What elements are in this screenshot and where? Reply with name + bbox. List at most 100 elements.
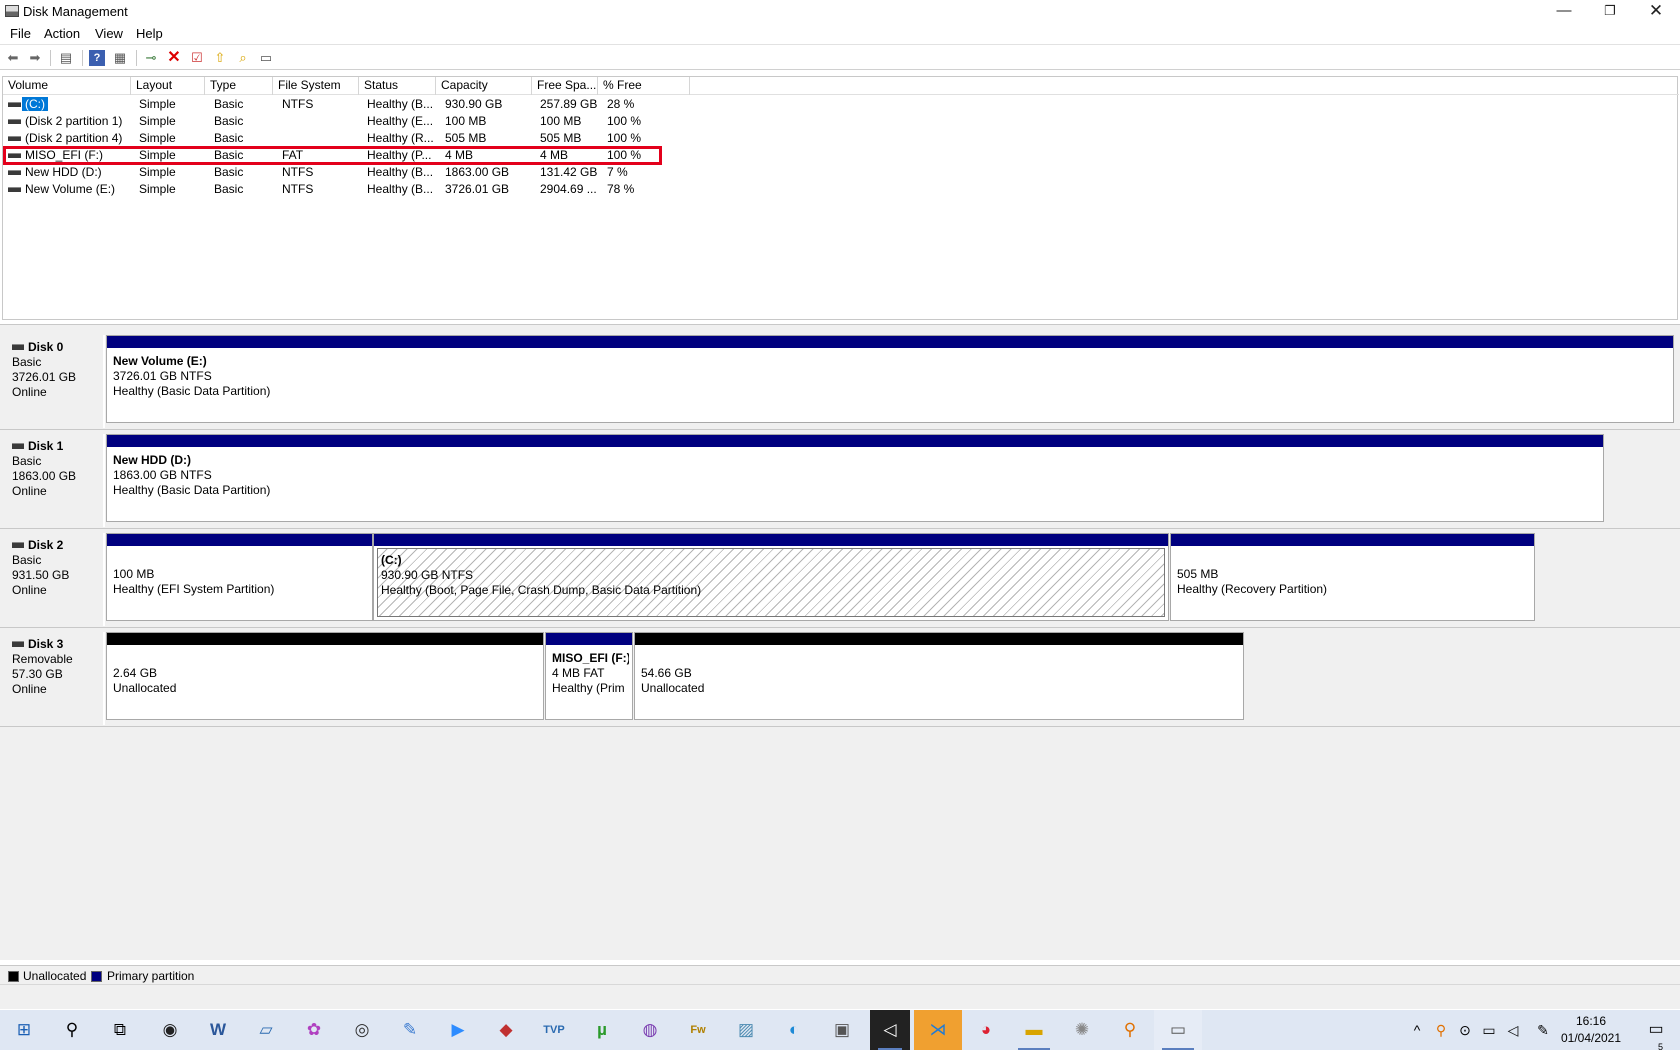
task-view-icon[interactable]: ⧉ xyxy=(96,1010,144,1050)
column-header-volume[interactable]: Volume xyxy=(3,77,131,95)
settings-app-icon[interactable]: ✺ xyxy=(1058,1010,1106,1050)
partition-unallocated[interactable]: ​ 2.64 GB Unallocated xyxy=(106,632,544,720)
menu-file[interactable]: File xyxy=(10,26,31,41)
check-icon[interactable]: ☑ xyxy=(189,50,205,66)
partition[interactable]: MISO_EFI (F:) 4 MB FAT Healthy (Prim xyxy=(545,632,633,720)
utorrent-icon[interactable]: µ xyxy=(578,1010,626,1050)
volume-row[interactable]: (Disk 2 partition 4) Simple Basic Health… xyxy=(3,130,703,147)
window-app-icon[interactable]: ▣ xyxy=(818,1010,866,1050)
disk-label[interactable]: Disk 0 Basic 3726.01 GB Online xyxy=(3,335,105,428)
disk-size: 1863.00 GB xyxy=(12,469,77,483)
partition-title: ​ xyxy=(641,651,1236,666)
paint-app-icon[interactable]: ✿ xyxy=(290,1010,338,1050)
tray-camera-icon[interactable]: ⊙ xyxy=(1454,1010,1476,1050)
column-header-type[interactable]: Type xyxy=(205,77,273,95)
partition[interactable]: New Volume (E:) 3726.01 GB NTFS Healthy … xyxy=(106,335,1674,423)
partition-unallocated[interactable]: ​ 54.66 GB Unallocated xyxy=(634,632,1244,720)
column-header-capacity[interactable]: Capacity xyxy=(436,77,532,95)
tray-pen-icon[interactable]: ✎ xyxy=(1532,1010,1554,1050)
disk-label[interactable]: Disk 3 Removable 57.30 GB Online xyxy=(3,632,105,725)
tray-volume-icon[interactable]: ◁ xyxy=(1502,1010,1524,1050)
show-hide-console-tree-icon[interactable]: ▤ xyxy=(58,50,74,66)
drive-icon xyxy=(8,136,21,141)
column-header-status[interactable]: Status xyxy=(359,77,436,95)
volume-type: Basic xyxy=(214,97,244,111)
partition-title: (C:) xyxy=(381,553,402,567)
unallocated-swatch xyxy=(8,971,19,982)
notes-app-icon[interactable]: ▨ xyxy=(722,1010,770,1050)
laptop-app-icon[interactable]: ▱ xyxy=(242,1010,290,1050)
word-icon[interactable]: W xyxy=(194,1010,242,1050)
disk-name: Disk 2 xyxy=(12,538,103,553)
volume-row[interactable]: (Disk 2 partition 1) Simple Basic Health… xyxy=(3,113,703,130)
vscode-icon[interactable]: ⋊ xyxy=(914,1010,962,1050)
disk-size: 931.50 GB xyxy=(12,568,70,582)
volume-status: Healthy (B... xyxy=(367,165,434,179)
notification-center-icon[interactable]: ▭ 5 xyxy=(1636,1010,1676,1050)
disk-kind: Basic xyxy=(12,454,42,468)
disk-map: Disk 0 Basic 3726.01 GB Online New Volum… xyxy=(0,324,1680,960)
partition-bar xyxy=(107,336,1673,348)
volume-status: Healthy (B... xyxy=(367,97,434,111)
tray-network-icon[interactable]: ▭ xyxy=(1478,1010,1500,1050)
maximize-button[interactable]: ❐ xyxy=(1587,0,1633,23)
toolbar: ⬅ ➡ ▤ ? ▦ ⊸ ✕ ☑ ⇧ ⌕ ▭ xyxy=(0,46,1680,70)
zoom-icon[interactable]: ▶ xyxy=(434,1010,482,1050)
drive-icon xyxy=(8,102,21,107)
partition[interactable]: ​ 100 MB Healthy (EFI System Partition) xyxy=(106,533,373,621)
delete-icon[interactable]: ✕ xyxy=(166,50,182,66)
partition[interactable]: New HDD (D:) 1863.00 GB NTFS Healthy (Ba… xyxy=(106,434,1604,522)
properties-icon[interactable]: ▦ xyxy=(112,50,128,66)
disk-label[interactable]: Disk 2 Basic 931.50 GB Online xyxy=(3,533,105,626)
search-icon[interactable]: ⌕ xyxy=(235,50,251,66)
partition-status: Unallocated xyxy=(113,681,177,695)
volume-percent-free: 100 % xyxy=(607,114,642,128)
volume-capacity: 505 MB xyxy=(445,131,487,145)
back-arrow-icon[interactable]: ⬅ xyxy=(5,50,21,66)
partition-selected[interactable]: (C:) 930.90 GB NTFS Healthy (Boot, Page … xyxy=(373,533,1169,621)
column-header-percent-free[interactable]: % Free xyxy=(598,77,690,95)
git-app-icon[interactable]: ◆ xyxy=(482,1010,530,1050)
menu-action[interactable]: Action xyxy=(44,26,80,41)
tvp-app-icon[interactable]: TVP xyxy=(530,1010,578,1050)
forward-arrow-icon[interactable]: ➡ xyxy=(27,50,43,66)
column-header-layout[interactable]: Layout xyxy=(131,77,205,95)
windows-start-icon[interactable]: ⊞ xyxy=(0,1010,48,1050)
feather-app-icon[interactable]: ✎ xyxy=(386,1010,434,1050)
connect-icon[interactable]: ⊸ xyxy=(143,50,159,66)
tray-overflow-icon[interactable]: ^ xyxy=(1406,1010,1428,1050)
disk-management-icon[interactable]: ▭ xyxy=(1154,1010,1202,1050)
column-header-free-space[interactable]: Free Spa... xyxy=(532,77,598,95)
menu-help[interactable]: Help xyxy=(136,26,163,41)
menu-view[interactable]: View xyxy=(95,26,123,41)
clock[interactable]: 16:16 01/04/2021 xyxy=(1556,1013,1626,1047)
console-icon[interactable]: ▭ xyxy=(258,50,274,66)
disk-size: 57.30 GB xyxy=(12,667,63,681)
help-icon[interactable]: ? xyxy=(89,50,105,66)
chrome-icon[interactable]: ◕ xyxy=(962,1010,1010,1050)
tray-magnifier-icon[interactable]: ⚲ xyxy=(1430,1010,1452,1050)
volume-row[interactable]: (C:) Simple Basic NTFS Healthy (B... 930… xyxy=(3,96,703,113)
fireworks-icon[interactable]: Fw xyxy=(674,1010,722,1050)
disk-label[interactable]: Disk 1 Basic 1863.00 GB Online xyxy=(3,434,105,527)
search-icon[interactable]: ⚲ xyxy=(48,1010,96,1050)
minimize-button[interactable]: — xyxy=(1541,0,1587,23)
volume-name: (Disk 2 partition 4) xyxy=(25,131,123,145)
partition-size: 3726.01 GB NTFS xyxy=(113,369,212,383)
unity-icon[interactable]: ◁ xyxy=(870,1010,910,1050)
edge-icon[interactable]: ◐ xyxy=(770,1010,818,1050)
column-header-file-system[interactable]: File System xyxy=(273,77,359,95)
camera-app-icon[interactable]: ◎ xyxy=(338,1010,386,1050)
volume-row[interactable]: New HDD (D:) Simple Basic NTFS Healthy (… xyxy=(3,164,703,181)
import-icon[interactable]: ⇧ xyxy=(212,50,228,66)
partition[interactable]: ​ 505 MB Healthy (Recovery Partition) xyxy=(1170,533,1535,621)
obs-icon[interactable]: ◉ xyxy=(146,1010,194,1050)
volume-layout: Simple xyxy=(139,97,176,111)
volume-row[interactable]: New Volume (E:) Simple Basic NTFS Health… xyxy=(3,181,703,198)
file-explorer-icon[interactable]: ▬ xyxy=(1010,1010,1058,1050)
disk-kind: Basic xyxy=(12,553,42,567)
magnifier-app-icon[interactable]: ⚲ xyxy=(1106,1010,1154,1050)
tor-icon[interactable]: ◍ xyxy=(626,1010,674,1050)
volume-layout: Simple xyxy=(139,165,176,179)
close-button[interactable]: ✕ xyxy=(1633,0,1679,23)
